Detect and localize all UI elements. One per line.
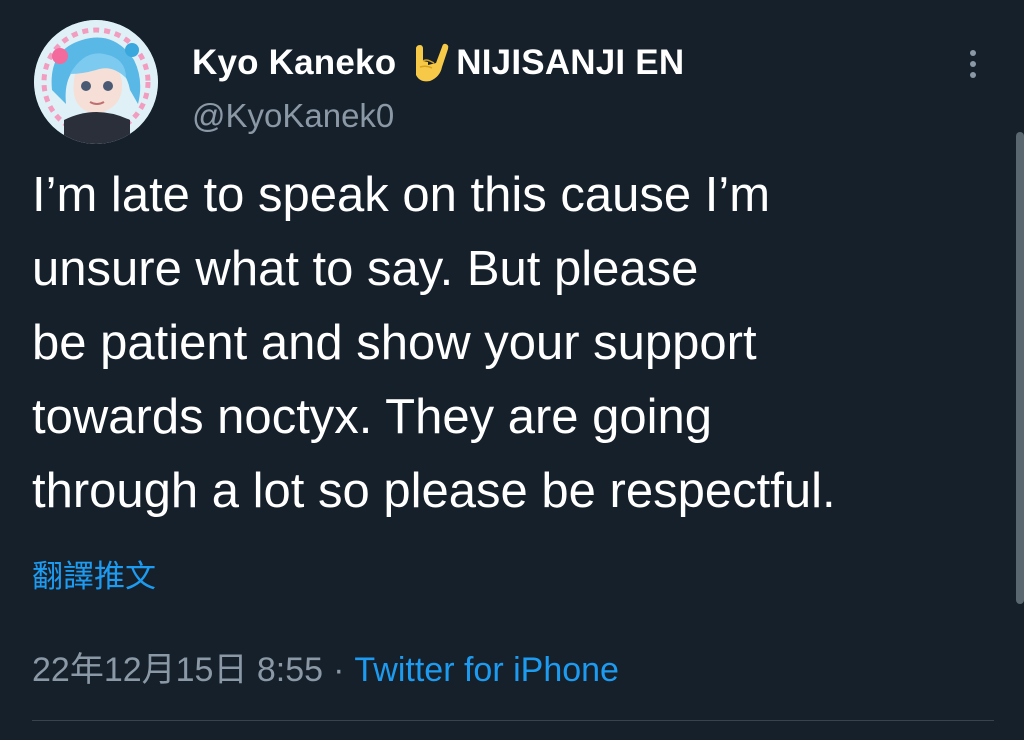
display-name[interactable]: Kyo Kaneko — [192, 43, 396, 83]
tweet-line: towards noctyx. They are going — [32, 390, 713, 444]
user-handle[interactable]: @KyoKanek0 — [192, 97, 394, 135]
scrollbar[interactable] — [1016, 132, 1024, 604]
more-vertical-icon[interactable] — [958, 44, 988, 84]
tweet-line: unsure what to say. But please — [32, 242, 699, 296]
tweet-meta: 22年12月15日 8:55 · Twitter for iPhone — [32, 642, 619, 691]
tweet-source-link[interactable]: Twitter for iPhone — [354, 651, 619, 689]
tweet-line: be patient and show your support — [32, 316, 757, 370]
tweet-timestamp[interactable]: 22年12月15日 8:55 — [32, 651, 323, 689]
avatar-image — [34, 20, 158, 144]
translate-tweet-link[interactable]: 翻譯推文 — [32, 551, 156, 596]
more-dot — [970, 72, 976, 78]
sign-of-the-horns-emoji-icon — [406, 41, 450, 85]
more-dot — [970, 61, 976, 67]
tweet-text: I’m late to speak on this cause I’m unsu… — [32, 158, 992, 528]
meta-separator: · — [333, 651, 345, 689]
avatar[interactable] — [34, 20, 158, 144]
affiliation-label: NIJISANJI EN — [456, 43, 685, 82]
display-name-row[interactable]: Kyo Kaneko NIJISANJI EN — [192, 38, 684, 88]
divider — [32, 720, 994, 721]
tweet-line: through a lot so please be respectful. — [32, 464, 836, 518]
tweet-line: I’m late to speak on this cause I’m — [32, 168, 771, 222]
more-dot — [970, 50, 976, 56]
